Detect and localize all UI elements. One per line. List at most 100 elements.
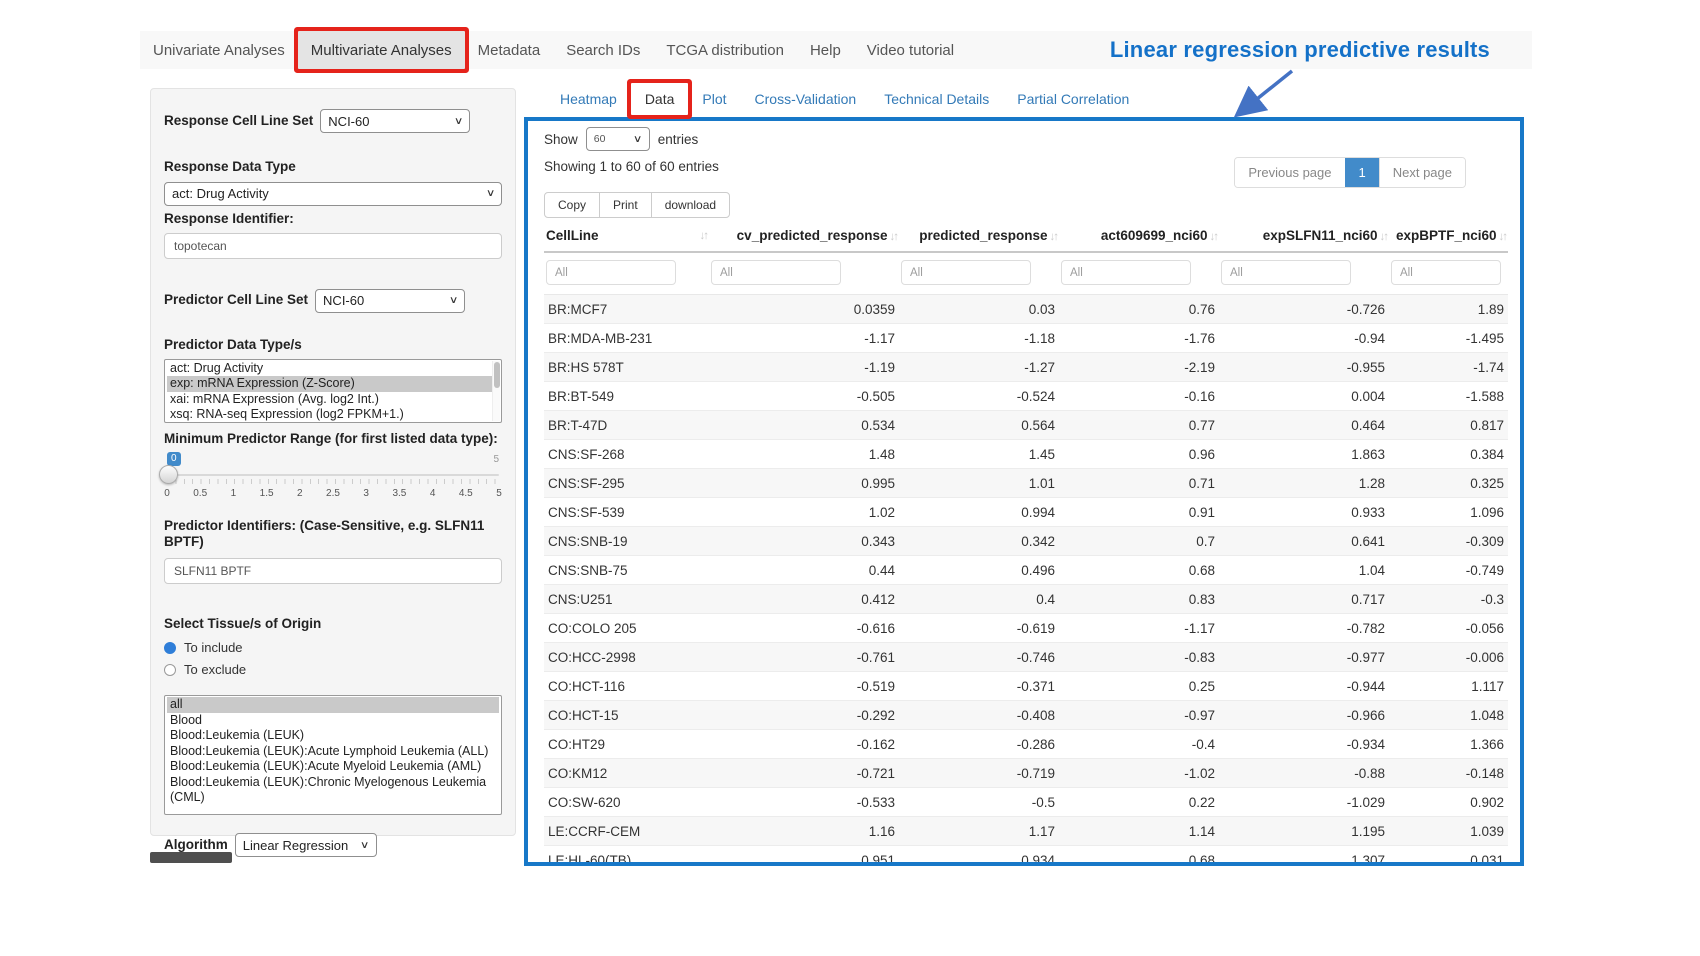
top-nav: Univariate AnalysesMultivariate Analyses…: [140, 31, 1532, 69]
nav-item-search-ids[interactable]: Search IDs: [553, 31, 653, 69]
value-cell: -1.19: [709, 353, 899, 382]
value-cell: 1.01: [899, 469, 1059, 498]
nav-item-multivariate-analyses[interactable]: Multivariate Analyses: [298, 31, 465, 69]
page-1-button[interactable]: 1: [1345, 158, 1379, 187]
cell-line-cell: CNS:SF-295: [544, 469, 709, 498]
table-row: BR:BT-549-0.505-0.524-0.160.004-1.588: [544, 382, 1508, 411]
radio-icon[interactable]: [164, 664, 176, 676]
tissue-option-blood-leukemia-leuk-acute-myeloid-leukemia-aml[interactable]: Blood:Leukemia (LEUK):Acute Myeloid Leuk…: [167, 759, 499, 775]
value-cell: 0.4: [899, 585, 1059, 614]
tissue-option-blood-leukemia-leuk-chronic-myelogenous-leukemia-cml[interactable]: Blood:Leukemia (LEUK):Chronic Myelogenou…: [167, 775, 499, 806]
table-row: BR:HS 578T-1.19-1.27-2.19-0.955-1.74: [544, 353, 1508, 382]
scrollbar[interactable]: [492, 361, 500, 421]
tab-plot[interactable]: Plot: [688, 83, 740, 115]
cell-line-cell: BR:BT-549: [544, 382, 709, 411]
data-type-option-xsq-rna-seq-expression-log2-fpkm-1[interactable]: xsq: RNA-seq Expression (log2 FPKM+1.): [167, 407, 499, 423]
nav-item-video-tutorial[interactable]: Video tutorial: [854, 31, 967, 69]
tab-partial-correlation[interactable]: Partial Correlation: [1003, 83, 1143, 115]
slider-handle[interactable]: [159, 465, 178, 484]
value-cell: -0.749: [1389, 556, 1508, 585]
column-filter-input-expbptf-nci60[interactable]: [1391, 260, 1501, 285]
value-cell: 0.7: [1059, 527, 1219, 556]
tissue-radio-to-exclude[interactable]: To exclude: [164, 662, 502, 677]
value-cell: 1.04: [1219, 556, 1389, 585]
value-cell: 0.77: [1059, 411, 1219, 440]
slider-tick-label: 5: [496, 488, 502, 499]
column-header-cv-predicted-response[interactable]: cv_predicted_response↓↑: [709, 222, 899, 252]
radio-icon[interactable]: [164, 642, 176, 654]
tissue-option-blood-leukemia-leuk[interactable]: Blood:Leukemia (LEUK): [167, 728, 499, 744]
column-filter-input-predicted-response[interactable]: [901, 260, 1031, 285]
previous-page-button[interactable]: Previous page: [1235, 158, 1344, 187]
cell-line-cell: BR:MCF7: [544, 295, 709, 324]
column-header-act609699-nci60[interactable]: act609699_nci60↓↑: [1059, 222, 1219, 252]
predictor-identifiers-input[interactable]: [164, 558, 502, 584]
value-cell: -0.309: [1389, 527, 1508, 556]
tissue-option-blood-leukemia-leuk-acute-lymphoid-leukemia-all[interactable]: Blood:Leukemia (LEUK):Acute Lymphoid Leu…: [167, 744, 499, 760]
value-cell: 0.412: [709, 585, 899, 614]
value-cell: -1.27: [899, 353, 1059, 382]
column-header-expslfn11-nci60[interactable]: expSLFN11_nci60↓↑: [1219, 222, 1389, 252]
column-filter-input-cellline[interactable]: [546, 260, 676, 285]
column-header-cellline[interactable]: CellLine↓↑: [544, 222, 709, 252]
slider-track[interactable]: [167, 474, 499, 476]
export-download-button[interactable]: download: [651, 192, 730, 218]
data-type-option-xai-mrna-expression-avg-log2-int[interactable]: xai: mRNA Expression (Avg. log2 Int.): [167, 392, 499, 408]
value-cell: 0.0359: [709, 295, 899, 324]
table-row: CNS:SF-2681.481.450.961.8630.384: [544, 440, 1508, 469]
tab-technical-details[interactable]: Technical Details: [870, 83, 1003, 115]
cell-line-cell: BR:T-47D: [544, 411, 709, 440]
entries-label: entries: [658, 132, 699, 147]
predictor-identifiers-label: Predictor Identifiers: (Case-Sensitive, …: [164, 518, 502, 552]
response-cell-line-set-select[interactable]: NCI-60 ∨: [320, 109, 470, 133]
tissue-option-all[interactable]: all: [167, 697, 499, 713]
show-label: Show: [544, 132, 578, 147]
value-cell: -0.4: [1059, 730, 1219, 759]
nav-item-metadata[interactable]: Metadata: [465, 31, 554, 69]
column-filter-cell: [1389, 252, 1508, 295]
cell-line-cell: CO:COLO 205: [544, 614, 709, 643]
tissue-radio-to-include[interactable]: To include: [164, 640, 502, 655]
response-data-type-select[interactable]: act: Drug Activity ∨: [164, 182, 502, 206]
response-identifier-input[interactable]: [164, 233, 502, 259]
algorithm-select[interactable]: Linear Regression ∨: [235, 833, 377, 857]
value-cell: 0.68: [1059, 556, 1219, 585]
tab-data[interactable]: Data: [631, 83, 689, 115]
column-filter-input-cv-predicted-response[interactable]: [711, 260, 841, 285]
scrollbar-thumb[interactable]: [494, 362, 500, 388]
analysis-tabs: HeatmapDataPlotCross-ValidationTechnical…: [546, 83, 1143, 115]
value-cell: -1.76: [1059, 324, 1219, 353]
export-copy-button[interactable]: Copy: [544, 192, 600, 218]
column-filter-cell: [899, 252, 1059, 295]
value-cell: 0.22: [1059, 788, 1219, 817]
column-header-expbptf-nci60[interactable]: expBPTF_nci60↓↑: [1389, 222, 1508, 252]
table-row: CNS:SNB-750.440.4960.681.04-0.749: [544, 556, 1508, 585]
data-type-option-exp-mrna-expression-z-score[interactable]: exp: mRNA Expression (Z-Score): [167, 376, 499, 392]
value-cell: 0.91: [1059, 498, 1219, 527]
value-cell: 1.048: [1389, 701, 1508, 730]
next-page-button[interactable]: Next page: [1379, 158, 1465, 187]
value-cell: -0.5: [899, 788, 1059, 817]
nav-item-help[interactable]: Help: [797, 31, 854, 69]
sort-icon: ↓↑: [700, 230, 708, 242]
column-filter-input-expslfn11-nci60[interactable]: [1221, 260, 1351, 285]
value-cell: -0.977: [1219, 643, 1389, 672]
predictor-cell-line-set-select[interactable]: NCI-60 ∨: [315, 289, 465, 313]
tab-cross-validation[interactable]: Cross-Validation: [741, 83, 871, 115]
table-row: LE:HL-60(TB)0.9510.9340.681.3070.031: [544, 846, 1508, 867]
nav-item-tcga-distribution[interactable]: TCGA distribution: [653, 31, 797, 69]
nav-item-univariate-analyses[interactable]: Univariate Analyses: [140, 31, 298, 69]
column-header-predicted-response[interactable]: predicted_response↓↑: [899, 222, 1059, 252]
data-type-option-act-drug-activity[interactable]: act: Drug Activity: [167, 361, 499, 377]
value-cell: -0.286: [899, 730, 1059, 759]
tab-heatmap[interactable]: Heatmap: [546, 83, 631, 115]
column-filter-input-act609699-nci60[interactable]: [1061, 260, 1191, 285]
show-entries-select[interactable]: 60 ∨: [586, 127, 650, 151]
cell-line-cell: CNS:SF-539: [544, 498, 709, 527]
slider-tick-label: 0.5: [193, 488, 207, 499]
slider-tick-label: 2: [297, 488, 303, 499]
tissue-option-blood[interactable]: Blood: [167, 713, 499, 729]
column-header-label: act609699_nci60: [1101, 228, 1208, 243]
value-cell: 0.641: [1219, 527, 1389, 556]
export-print-button[interactable]: Print: [599, 192, 652, 218]
